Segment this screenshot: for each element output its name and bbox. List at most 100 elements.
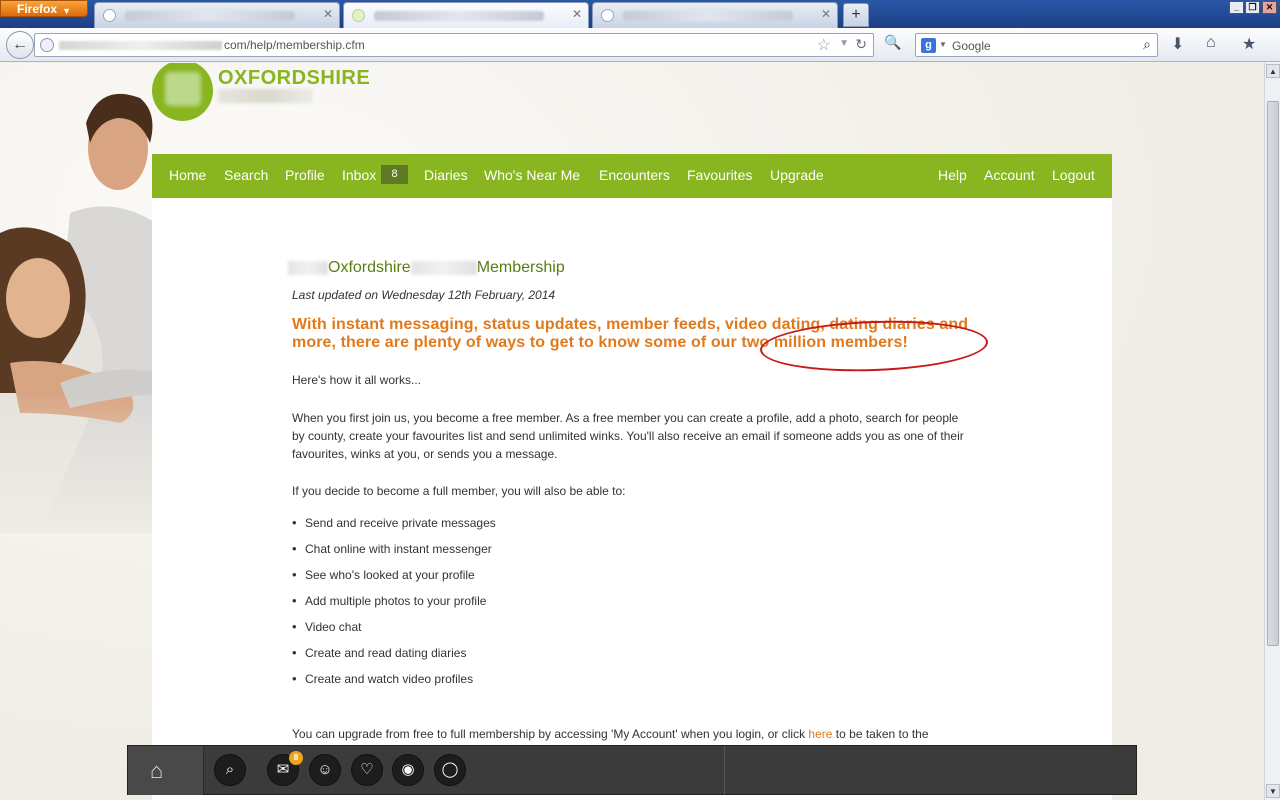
- downloads-icon[interactable]: ⬇: [1171, 34, 1184, 54]
- dock-divider: [724, 746, 725, 795]
- main-nav: Home Search Profile Inbox 8 Diaries Who'…: [152, 154, 1112, 198]
- tab-title-redacted: [623, 11, 793, 21]
- dock-viewed-me-button[interactable]: ◉: [392, 754, 424, 786]
- search-engine-addon-icon[interactable]: 🔍: [884, 34, 906, 54]
- title-part-2: Membership: [476, 259, 565, 276]
- tab-title-redacted: [374, 11, 544, 21]
- url-domain-redacted: [59, 41, 222, 50]
- bookmark-star-icon[interactable]: ☆: [817, 35, 831, 55]
- nav-encounters[interactable]: Encounters: [599, 167, 670, 183]
- list-item: Video chat: [292, 619, 496, 646]
- dock-home-button[interactable]: ⌂: [128, 746, 204, 795]
- intro-text: Here's how it all works...: [292, 373, 421, 387]
- scrollbar-thumb[interactable]: [1267, 101, 1279, 646]
- logo-subtitle-redacted: [218, 89, 313, 103]
- firefox-menu-button[interactable]: Firefox ▼: [0, 0, 88, 17]
- search-icon: ⌕: [225, 761, 235, 778]
- dock-search-button[interactable]: ⌕: [214, 754, 246, 786]
- restore-window-button[interactable]: ❐: [1245, 1, 1260, 14]
- list-item: Chat online with instant messenger: [292, 541, 496, 568]
- page-icon: [103, 9, 116, 22]
- nav-account[interactable]: Account: [984, 167, 1035, 183]
- nav-profile[interactable]: Profile: [285, 167, 325, 183]
- tab-strip: Firefox ▼ ✕ ✕ ✕ + _ ❐ ✕: [0, 0, 1280, 28]
- bookmarks-menu-icon[interactable]: ★: [1242, 34, 1256, 54]
- vertical-scrollbar[interactable]: ▲ ▼: [1264, 63, 1280, 800]
- search-placeholder: Google: [952, 39, 991, 53]
- nav-search[interactable]: Search: [224, 167, 268, 183]
- inbox-count-badge[interactable]: 8: [381, 165, 408, 184]
- full-member-intro: If you decide to become a full member, y…: [292, 484, 626, 498]
- back-button[interactable]: ←: [6, 31, 34, 59]
- upgrade-paragraph: You can upgrade from free to full member…: [292, 725, 992, 743]
- title-redacted-1: [288, 260, 328, 275]
- close-tab-icon[interactable]: ✕: [323, 7, 333, 21]
- browser-tab-3[interactable]: ✕: [592, 2, 838, 28]
- google-icon[interactable]: g: [921, 38, 936, 53]
- free-member-paragraph: When you first join us, you become a fre…: [292, 411, 964, 461]
- page-icon: [352, 9, 365, 22]
- mail-count-badge: 8: [289, 751, 303, 765]
- browser-tab-2-active[interactable]: ✕: [343, 2, 589, 28]
- search-bar[interactable]: g ▼ Google ⌕: [915, 33, 1158, 57]
- home-icon: ⌂: [150, 758, 164, 783]
- upgrade-text-before: You can upgrade from free to full member…: [292, 727, 806, 741]
- scroll-down-arrow-icon[interactable]: ▼: [1266, 784, 1280, 798]
- upgrade-text-after: to be taken to the: [835, 727, 929, 741]
- history-dropdown-icon[interactable]: ▼: [839, 38, 849, 49]
- arrow-left-icon: ←: [12, 36, 28, 53]
- nav-favourites[interactable]: Favourites: [687, 167, 752, 183]
- address-bar[interactable]: com/help/membership.cfm ☆ ▼ ↻: [34, 33, 874, 57]
- tab-title-redacted: [125, 11, 295, 21]
- logo-title[interactable]: OXFORDSHIRE: [218, 67, 370, 90]
- firefox-menu-label: Firefox: [17, 2, 58, 16]
- site-logo[interactable]: [152, 63, 213, 121]
- page-icon: [601, 9, 614, 22]
- page-title: Oxfordshire Membership: [288, 259, 565, 277]
- nav-home[interactable]: Home: [169, 167, 206, 183]
- close-window-button[interactable]: ✕: [1262, 1, 1277, 14]
- feature-list: Send and receive private messages Chat o…: [292, 515, 496, 698]
- new-tab-button[interactable]: +: [843, 3, 869, 27]
- heart-icon: ♡: [360, 761, 374, 778]
- dock-favourites-button[interactable]: ♡: [351, 754, 383, 786]
- list-item: Add multiple photos to your profile: [292, 593, 496, 620]
- dock-wink-button[interactable]: ☺: [309, 754, 341, 786]
- title-redacted-2: [410, 260, 477, 275]
- navigation-toolbar: ← com/help/membership.cfm ☆ ▼ ↻ 🔍 g ▼ Go…: [0, 28, 1280, 62]
- envelope-icon: ✉: [276, 761, 290, 778]
- nav-upgrade[interactable]: Upgrade: [770, 167, 824, 183]
- upgrade-here-link[interactable]: here: [808, 727, 832, 741]
- last-updated: Last updated on Wednesday 12th February,…: [292, 288, 556, 302]
- search-icon[interactable]: ⌕: [1143, 36, 1151, 53]
- nav-diaries[interactable]: Diaries: [424, 167, 468, 183]
- nav-whos-near-me[interactable]: Who's Near Me: [484, 167, 580, 183]
- list-item: Create and read dating diaries: [292, 645, 496, 672]
- engine-dropdown-icon[interactable]: ▼: [939, 40, 947, 49]
- nav-inbox[interactable]: Inbox: [342, 167, 376, 183]
- chat-bubble-icon: ◯: [441, 761, 459, 778]
- home-icon[interactable]: ⌂: [1206, 34, 1216, 52]
- reload-icon[interactable]: ↻: [855, 36, 867, 53]
- title-part-1: Oxfordshire: [328, 259, 411, 276]
- minimize-window-button[interactable]: _: [1229, 1, 1244, 14]
- nav-help[interactable]: Help: [938, 167, 967, 183]
- nav-logout[interactable]: Logout: [1052, 167, 1095, 183]
- url-text: com/help/membership.cfm: [224, 38, 365, 52]
- page-viewport: OXFORDSHIRE Home Search Profile Inbox 8 …: [0, 63, 1264, 800]
- scroll-up-arrow-icon[interactable]: ▲: [1266, 64, 1280, 78]
- browser-tab-1[interactable]: ✕: [94, 2, 340, 28]
- site-identity-icon[interactable]: [40, 38, 54, 52]
- close-tab-icon[interactable]: ✕: [572, 7, 582, 21]
- list-item: See who's looked at your profile: [292, 567, 496, 594]
- chevron-down-icon: ▼: [62, 6, 71, 16]
- dock-chat-button[interactable]: ◯: [434, 754, 466, 786]
- close-tab-icon[interactable]: ✕: [821, 7, 831, 21]
- bottom-dock: ⌂ ⌕ ✉ 8 ☺ ♡ ◉ ◯: [127, 745, 1137, 795]
- list-item: Create and watch video profiles: [292, 671, 496, 698]
- main-content: Oxfordshire Membership Last updated on We…: [152, 198, 1112, 800]
- smiley-icon: ☺: [317, 761, 333, 778]
- list-item: Send and receive private messages: [292, 515, 496, 542]
- logo-mark-redacted: [165, 72, 201, 106]
- eye-icon: ◉: [401, 761, 415, 778]
